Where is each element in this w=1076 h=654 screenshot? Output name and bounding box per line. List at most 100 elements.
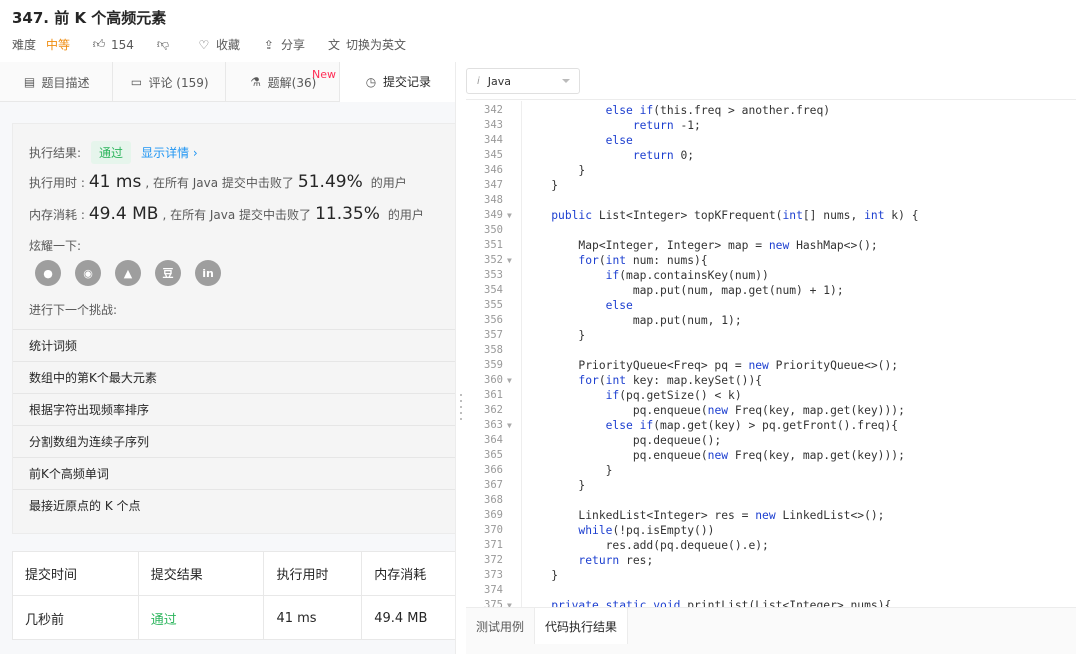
next-challenge-label: 进行下一个挑战: (29, 303, 118, 317)
tab-submissions[interactable]: ◷ 提交记录 (340, 62, 455, 102)
code-line: 358 (466, 343, 1076, 358)
tab-run-result[interactable]: 代码执行结果 (534, 608, 629, 644)
code-line: 343 return -1; (466, 118, 1076, 133)
list-item[interactable]: 分割数组为连续子序列 (13, 425, 456, 457)
code-line: 369 LinkedList<Integer> res = new Linked… (466, 508, 1076, 523)
problem-header: 347. 前 K 个高频元素 难度 中等 👍︎ 154 👎︎ ♡ 收藏 ⇪ 分享… (0, 0, 1076, 62)
share-button[interactable]: ⇪ 分享 (262, 36, 305, 53)
code-line: 367 } (466, 478, 1076, 493)
code-text: } (524, 179, 559, 192)
tab-comments[interactable]: ▭ 评论 (159) (113, 62, 226, 102)
fold-toggle-icon[interactable]: ▼ (507, 598, 512, 607)
translate-icon: 文 (327, 38, 340, 52)
code-line: 352 ▼ for(int num: nums){ (466, 253, 1076, 268)
code-text: } (524, 479, 586, 492)
code-text: res.add(pq.dequeue().e); (524, 539, 769, 552)
weibo-icon[interactable]: ◉ (75, 260, 101, 286)
line-number: 371 (484, 539, 503, 551)
code-text: } (524, 164, 586, 177)
wechat-icon[interactable]: ● (35, 260, 61, 286)
line-number: 360 (484, 374, 503, 386)
code-text: if(pq.getSize() < k) (605, 389, 742, 402)
tab-solutions[interactable]: ⚗ 题解(36) New (226, 62, 340, 102)
show-details-link[interactable]: 显示详情 › (141, 144, 198, 161)
memory-percent: 11.35% (315, 204, 380, 224)
line-number: 357 (484, 329, 503, 341)
new-badge: New (312, 68, 336, 81)
code-line: 373 } (466, 568, 1076, 583)
fold-toggle-icon[interactable]: ▼ (507, 418, 512, 433)
list-item[interactable]: 前K个高频单词 (13, 457, 456, 489)
line-number: 344 (484, 134, 503, 146)
list-item[interactable]: 数组中的第K个最大元素 (13, 361, 456, 393)
submission-runtime: 41 ms (264, 596, 363, 640)
code-text: private static void printList(List<Integ… (551, 599, 892, 607)
douban-icon[interactable]: 豆 (155, 260, 181, 286)
code-text: } (524, 464, 613, 477)
code-line: 344 else (466, 133, 1076, 148)
code-line: 350 (466, 223, 1076, 238)
heart-icon: ♡ (198, 37, 210, 52)
code-editor[interactable]: 342 else if(this.freq > another.freq) 343… (466, 101, 1076, 607)
tab-label: 提交记录 (382, 75, 431, 89)
code-text: pq.enqueue(new Freq(key, map.get(key))); (524, 404, 905, 417)
runtime-percent: 51.49% (297, 172, 363, 192)
table-header: 提交时间 提交结果 执行用时 内存消耗 (13, 552, 455, 596)
panel-splitter[interactable] (455, 62, 466, 654)
list-item[interactable]: 根据字符出现频率排序 (13, 393, 456, 425)
line-number: 356 (484, 314, 503, 326)
status-badge: 通过 (91, 141, 132, 164)
share-label: 分享 (280, 38, 305, 52)
code-line: 347 } (466, 178, 1076, 193)
language-value: Java (487, 74, 512, 88)
editor-panel: i Java 342 else if(this.freq > another.f… (466, 62, 1076, 654)
tab-label: 题解(36) (267, 75, 317, 90)
line-number: 348 (484, 194, 503, 206)
share-label: 炫耀一下: (29, 239, 82, 253)
column-header: 执行用时 (264, 552, 363, 595)
submission-table: 提交时间 提交结果 执行用时 内存消耗 几秒前 通过 41 ms 49.4 MB (12, 551, 455, 640)
console-tabs: 测试用例 代码执行结果 (466, 607, 1076, 654)
column-header: 提交结果 (139, 552, 265, 595)
difficulty-label: 难度 (12, 38, 37, 52)
code-text: PriorityQueue<Freq> pq = new PriorityQue… (524, 359, 899, 372)
code-line: 356 map.put(num, 1); (466, 313, 1076, 328)
language-select[interactable]: i Java (466, 68, 580, 94)
flask-icon: ⚗ (250, 75, 262, 89)
social-share-group: ● ◉ ▲ 豆 in (35, 260, 235, 286)
line-number: 375 (484, 599, 503, 607)
problem-title: 347. 前 K 个高频元素 (12, 9, 167, 27)
tab-test-cases[interactable]: 测试用例 (466, 608, 534, 644)
fold-toggle-icon[interactable]: ▼ (507, 208, 512, 223)
like-button[interactable]: 👍︎ 154 (92, 37, 134, 52)
result-link-text[interactable]: 通过 (151, 609, 177, 628)
memory-suffix: 的用户 (387, 207, 424, 222)
switch-language-button[interactable]: 文 切换为英文 (327, 36, 406, 53)
list-item[interactable]: 最接近原点的 K 个点 (13, 489, 456, 521)
code-text: return -1; (632, 119, 701, 132)
code-line: 364 pq.dequeue(); (466, 433, 1076, 448)
code-line: 371 res.add(pq.dequeue().e); (466, 538, 1076, 553)
line-number: 361 (484, 389, 503, 401)
tab-description[interactable]: ▤ 题目描述 (0, 62, 113, 102)
submission-memory: 49.4 MB (374, 610, 428, 626)
fold-toggle-icon[interactable]: ▼ (507, 253, 512, 268)
favorite-button[interactable]: ♡ 收藏 (197, 36, 240, 53)
line-number: 352 (484, 254, 503, 266)
memory-value: 49.4 MB (88, 204, 159, 224)
code-line: 363 ▼ else if(map.get(key) > pq.getFront(… (466, 418, 1076, 433)
code-text: } (524, 569, 559, 582)
code-line: 372 return res; (466, 553, 1076, 568)
thumbs-down-icon: 👎︎ (156, 37, 170, 51)
submission-result-link[interactable]: 通过 (139, 596, 265, 640)
dislike-button[interactable]: 👎︎ (156, 37, 175, 52)
code-line: 368 (466, 493, 1076, 508)
list-item[interactable]: 统计词频 (13, 329, 456, 361)
fold-toggle-icon[interactable]: ▼ (507, 373, 512, 388)
linkedin-icon[interactable]: in (195, 260, 221, 286)
code-line: 348 (466, 193, 1076, 208)
table-row: 几秒前 通过 41 ms 49.4 MB (13, 596, 455, 640)
qq-icon[interactable]: ▲ (115, 260, 141, 286)
code-line: 374 (466, 583, 1076, 598)
memory-text: , 在所有 Java 提交中击败了 (162, 207, 312, 222)
